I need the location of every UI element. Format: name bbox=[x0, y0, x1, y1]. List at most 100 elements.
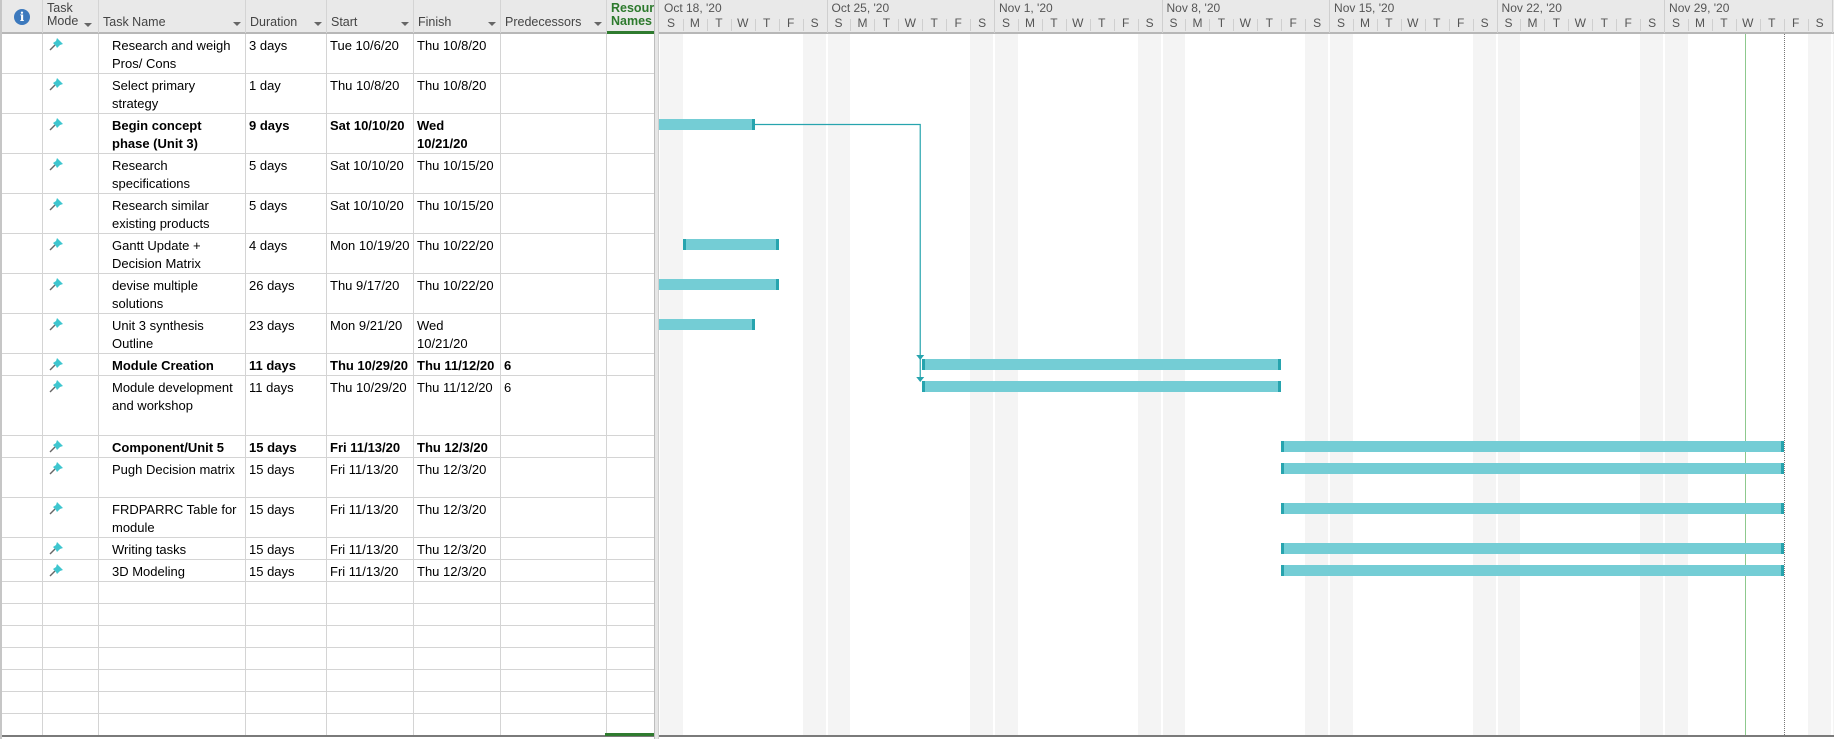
task-row[interactable]: FRDPARRC Table for module 15 days Fri 11/1… bbox=[2, 498, 654, 538]
empty-cell[interactable] bbox=[607, 582, 654, 603]
dropdown-arrow-icon[interactable] bbox=[233, 22, 241, 26]
empty-cell[interactable] bbox=[2, 670, 43, 691]
task-finish-cell[interactable]: Thu 10/22/20 bbox=[414, 234, 501, 273]
task-duration-cell[interactable]: 11 days bbox=[246, 376, 327, 435]
indicator-cell[interactable] bbox=[2, 354, 43, 375]
empty-cell[interactable] bbox=[501, 714, 607, 735]
task-duration-cell[interactable]: 3 days bbox=[246, 34, 327, 73]
task-name-cell[interactable]: Select primary strategy bbox=[99, 74, 246, 113]
dropdown-arrow-icon[interactable] bbox=[84, 23, 92, 27]
empty-cell[interactable] bbox=[246, 670, 327, 691]
task-duration-cell[interactable]: 9 days bbox=[246, 114, 327, 153]
indicator-cell[interactable] bbox=[2, 314, 43, 353]
dropdown-arrow-icon[interactable] bbox=[314, 22, 322, 26]
task-start-cell[interactable]: Mon 9/21/20 bbox=[327, 314, 414, 353]
task-duration-cell[interactable]: 11 days bbox=[246, 354, 327, 375]
task-predecessors-cell[interactable] bbox=[501, 34, 607, 73]
empty-cell[interactable] bbox=[414, 692, 501, 713]
empty-cell[interactable] bbox=[2, 648, 43, 669]
resource-names-cell[interactable] bbox=[607, 234, 654, 273]
empty-cell[interactable] bbox=[414, 714, 501, 735]
task-mode-cell[interactable] bbox=[43, 274, 99, 313]
task-start-cell[interactable]: Thu 10/29/20 bbox=[327, 354, 414, 375]
task-finish-cell[interactable]: Thu 10/15/20 bbox=[414, 194, 501, 233]
task-duration-cell[interactable]: 15 days bbox=[246, 498, 327, 537]
task-start-cell[interactable]: Sat 10/10/20 bbox=[327, 194, 414, 233]
empty-cell[interactable] bbox=[607, 714, 654, 735]
task-predecessors-cell[interactable] bbox=[501, 560, 607, 581]
indicator-cell[interactable] bbox=[2, 34, 43, 73]
resource-names-cell[interactable] bbox=[607, 314, 654, 353]
empty-cell[interactable] bbox=[2, 692, 43, 713]
resource-names-cell[interactable] bbox=[607, 436, 654, 457]
dropdown-arrow-icon[interactable] bbox=[401, 22, 409, 26]
task-finish-cell[interactable]: Thu 12/3/20 bbox=[414, 498, 501, 537]
empty-cell[interactable] bbox=[327, 648, 414, 669]
task-start-cell[interactable]: Sat 10/10/20 bbox=[327, 114, 414, 153]
empty-cell[interactable] bbox=[43, 582, 99, 603]
empty-cell[interactable] bbox=[2, 714, 43, 735]
task-row[interactable]: Unit 3 synthesis Outline 23 days Mon 9/21/… bbox=[2, 314, 654, 354]
empty-cell[interactable] bbox=[99, 670, 246, 691]
indicator-cell[interactable] bbox=[2, 74, 43, 113]
empty-cell[interactable] bbox=[501, 604, 607, 625]
task-mode-cell[interactable] bbox=[43, 560, 99, 581]
empty-cell[interactable] bbox=[2, 604, 43, 625]
empty-cell[interactable] bbox=[607, 648, 654, 669]
task-name-cell[interactable]: Begin concept phase (Unit 3) bbox=[99, 114, 246, 153]
task-mode-cell[interactable] bbox=[43, 436, 99, 457]
task-mode-cell[interactable] bbox=[43, 314, 99, 353]
task-row[interactable]: Research specifications 5 days Sat 10/10/2… bbox=[2, 154, 654, 194]
task-duration-cell[interactable]: 26 days bbox=[246, 274, 327, 313]
empty-cell[interactable] bbox=[99, 582, 246, 603]
empty-cell[interactable] bbox=[43, 670, 99, 691]
task-name-cell[interactable]: Gantt Update + Decision Matrix bbox=[99, 234, 246, 273]
task-duration-cell[interactable]: 15 days bbox=[246, 560, 327, 581]
dropdown-arrow-icon[interactable] bbox=[594, 22, 602, 26]
column-header-start[interactable]: Start bbox=[327, 0, 414, 33]
empty-cell[interactable] bbox=[43, 714, 99, 735]
task-row[interactable]: Research and weigh Pros/ Cons 3 days Tue 1… bbox=[2, 34, 654, 74]
task-predecessors-cell[interactable] bbox=[501, 74, 607, 113]
dependency-link-line[interactable] bbox=[754, 123, 921, 381]
empty-cell[interactable] bbox=[607, 626, 654, 647]
task-row[interactable]: Component/Unit 5 15 days Fri 11/13/20 Thu 1… bbox=[2, 436, 654, 458]
column-header-task-name[interactable]: Task Name bbox=[99, 0, 246, 33]
empty-task-row[interactable] bbox=[2, 670, 654, 692]
task-row[interactable]: Gantt Update + Decision Matrix 4 days Mon … bbox=[2, 234, 654, 274]
task-mode-cell[interactable] bbox=[43, 114, 99, 153]
task-mode-cell[interactable] bbox=[43, 538, 99, 559]
task-duration-cell[interactable]: 5 days bbox=[246, 194, 327, 233]
task-predecessors-cell[interactable]: 6 bbox=[501, 354, 607, 375]
task-finish-cell[interactable]: Wed 10/21/20 bbox=[414, 114, 501, 153]
empty-cell[interactable] bbox=[501, 692, 607, 713]
task-mode-cell[interactable] bbox=[43, 458, 99, 497]
empty-cell[interactable] bbox=[246, 648, 327, 669]
task-start-cell[interactable]: Fri 11/13/20 bbox=[327, 538, 414, 559]
task-row[interactable]: Module Creation 11 days Thu 10/29/20 Thu 11… bbox=[2, 354, 654, 376]
empty-cell[interactable] bbox=[246, 626, 327, 647]
task-start-cell[interactable]: Tue 10/6/20 bbox=[327, 34, 414, 73]
resource-names-cell[interactable] bbox=[607, 274, 654, 313]
empty-cell[interactable] bbox=[43, 604, 99, 625]
resource-names-cell[interactable] bbox=[607, 458, 654, 497]
empty-task-row[interactable] bbox=[2, 604, 654, 626]
column-header-task-mode[interactable]: Task Mode bbox=[43, 0, 99, 33]
empty-cell[interactable] bbox=[99, 692, 246, 713]
empty-cell[interactable] bbox=[99, 648, 246, 669]
task-name-cell[interactable]: 3D Modeling bbox=[99, 560, 246, 581]
task-predecessors-cell[interactable] bbox=[501, 194, 607, 233]
task-start-cell[interactable]: Thu 10/29/20 bbox=[327, 376, 414, 435]
empty-cell[interactable] bbox=[501, 582, 607, 603]
task-finish-cell[interactable]: Thu 12/3/20 bbox=[414, 538, 501, 559]
task-start-cell[interactable]: Thu 9/17/20 bbox=[327, 274, 414, 313]
task-mode-cell[interactable] bbox=[43, 34, 99, 73]
resource-names-cell[interactable] bbox=[607, 34, 654, 73]
task-mode-cell[interactable] bbox=[43, 194, 99, 233]
task-name-cell[interactable]: FRDPARRC Table for module bbox=[99, 498, 246, 537]
task-name-cell[interactable]: Pugh Decision matrix bbox=[99, 458, 246, 497]
indicator-cell[interactable] bbox=[2, 560, 43, 581]
task-predecessors-cell[interactable]: 6 bbox=[501, 376, 607, 435]
indicator-cell[interactable] bbox=[2, 498, 43, 537]
column-header-indicators[interactable]: i bbox=[2, 0, 43, 33]
